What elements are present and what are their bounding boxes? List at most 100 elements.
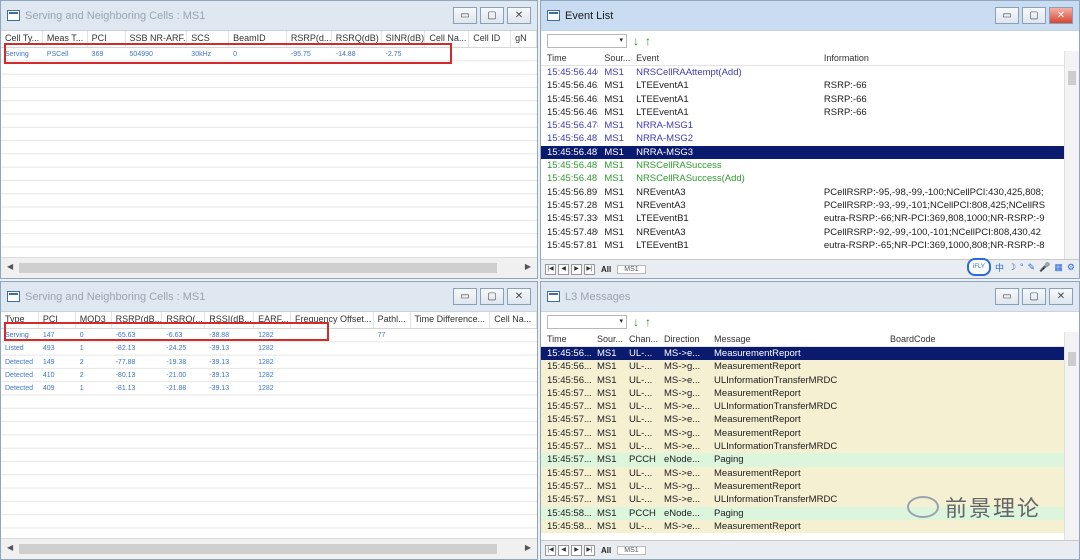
l3-vscrollbar[interactable] <box>1064 332 1079 541</box>
scroll-right-icon[interactable]: ▶ <box>525 262 531 271</box>
ime-chinese-icon[interactable]: 中 <box>995 261 1004 274</box>
l3-messages-titlebar[interactable]: L3 Messages ▭ ▢ ✕ <box>541 282 1079 312</box>
last-page-icon[interactable]: ▶| <box>584 544 595 556</box>
scroll-thumb[interactable] <box>1068 71 1076 85</box>
list-item[interactable]: 15:45:56.462 MS1 LTEEventA1 RSRP:-66 <box>541 93 1065 106</box>
list-item[interactable]: 15:45:56.487 MS1 NRSCellRASuccess(Add) <box>541 172 1065 185</box>
prev-page-icon[interactable]: ◀ <box>558 263 569 275</box>
last-page-icon[interactable]: ▶| <box>584 263 595 275</box>
list-item[interactable]: 15:45:56.... MS1 UL-... MS->g... Measurement… <box>541 360 1065 374</box>
list-item[interactable]: 15:45:57.... MS1 UL-... MS->g... Measurement… <box>541 386 1065 401</box>
close-button[interactable]: ✕ <box>1049 7 1073 24</box>
cells-bottom-titlebar[interactable]: Serving and Neighboring Cells : MS1 ▭ ▢ … <box>1 282 537 312</box>
list-item[interactable]: 15:45:57.281 MS1 NREventA3 PCellRSRP:-93,-9… <box>541 199 1065 212</box>
arrow-up-icon[interactable]: ↑ <box>645 34 651 48</box>
list-item[interactable]: 15:45:57.336 MS1 LTEEventB1 eutra-RSRP:-66;… <box>541 212 1065 225</box>
list-item[interactable]: 15:45:57.817 MS1 LTEEventB1 eutra-RSRP:-65;… <box>541 239 1065 252</box>
list-item[interactable]: 15:45:56.462 MS1 LTEEventA1 RSRP:-66 <box>541 106 1065 119</box>
cells-top-hscrollbar[interactable]: ◀ ▶ <box>1 257 537 278</box>
column-header[interactable]: Cell Na... <box>490 312 537 328</box>
ime-mic-icon[interactable]: 🎤 <box>1039 262 1050 273</box>
column-header[interactable]: Time <box>541 51 598 65</box>
maximize-button[interactable]: ▢ <box>1022 7 1046 24</box>
tab-ms1[interactable]: MS1 <box>617 545 646 555</box>
list-item[interactable]: 15:45:57.... MS1 UL-... MS->e... ULInformati… <box>541 400 1065 414</box>
next-page-icon[interactable]: ▶ <box>571 263 582 275</box>
first-page-icon[interactable]: |◀ <box>545 544 556 556</box>
first-page-icon[interactable]: |◀ <box>545 263 556 275</box>
close-button[interactable]: ✕ <box>1049 288 1073 305</box>
scroll-thumb[interactable] <box>19 263 497 273</box>
list-item[interactable]: 15:45:56.487 MS1 NRSCellRASuccess <box>541 159 1065 172</box>
list-item[interactable]: 15:45:57.... MS1 UL-... MS->e... ULInformati… <box>541 440 1065 454</box>
minimize-button[interactable]: ▭ <box>453 288 477 305</box>
table-row[interactable]: Detected 410 2 -80.13 -21.00 -39.13 1282 <box>1 369 537 382</box>
cells-bottom-hscrollbar[interactable]: ◀ ▶ <box>1 538 537 559</box>
ime-settings-icon[interactable]: ⚙ <box>1067 262 1075 273</box>
tab-all[interactable]: All <box>597 265 615 274</box>
table-row[interactable]: Detected 409 1 -81.13 -21.88 -39.13 1282 <box>1 382 537 395</box>
close-button[interactable]: ✕ <box>507 7 531 24</box>
table-cell: 1 <box>79 385 84 393</box>
maximize-button[interactable]: ▢ <box>1022 288 1046 305</box>
ifly-logo-icon[interactable]: iFLY <box>966 258 991 276</box>
list-item[interactable]: 15:45:56.897 MS1 NREventA3 PCellRSRP:-95,-9… <box>541 186 1065 199</box>
list-item[interactable]: 15:45:56.... MS1 UL-... MS->e... Measurement… <box>541 347 1065 361</box>
tab-ms1[interactable]: MS1 <box>617 264 646 274</box>
arrow-up-icon[interactable]: ↑ <box>645 315 651 329</box>
prev-page-icon[interactable]: ◀ <box>558 544 569 556</box>
column-header[interactable]: Message <box>708 332 884 346</box>
column-header[interactable]: Time <box>541 332 591 346</box>
list-item[interactable]: 15:45:56.... MS1 UL-... MS->e... ULInformati… <box>541 373 1065 387</box>
scroll-thumb[interactable] <box>19 544 497 554</box>
table-cell: -80.13 <box>115 371 136 379</box>
list-cell <box>818 66 1065 79</box>
column-header[interactable]: Information <box>818 51 1065 65</box>
list-item[interactable]: 15:45:57.... MS1 UL-... MS->e... Measurement… <box>541 413 1065 427</box>
list-item[interactable]: 15:45:56.462 MS1 LTEEventA1 RSRP:-66 <box>541 79 1065 92</box>
column-header[interactable]: Sour... <box>591 332 623 346</box>
scroll-left-icon[interactable]: ◀ <box>7 543 13 552</box>
column-header[interactable]: gN <box>511 31 537 47</box>
column-header[interactable]: Chan... <box>623 332 658 346</box>
table-row[interactable]: Listed 493 1 -82.13 -24.25 -39.13 1282 <box>1 342 537 355</box>
maximize-button[interactable]: ▢ <box>480 7 504 24</box>
list-item[interactable]: 15:45:56.487 MS1 NRRA-MSG2 <box>541 132 1065 145</box>
close-button[interactable]: ✕ <box>507 288 531 305</box>
ime-punct-icon[interactable]: ° <box>1020 262 1024 272</box>
minimize-button[interactable]: ▭ <box>995 7 1019 24</box>
list-item[interactable]: 15:45:57.... MS1 UL-... MS->e... Measurement… <box>541 466 1065 480</box>
ime-keyboard-icon[interactable]: ▦ <box>1054 262 1063 273</box>
list-item[interactable]: 15:45:57.480 MS1 NREventA3 PCellRSRP:-92,-9… <box>541 226 1065 239</box>
list-item[interactable]: 15:45:56.478 MS1 NRRA-MSG1 <box>541 119 1065 132</box>
table-row[interactable]: Detected 149 2 -77.88 -19.38 -39.13 1282 <box>1 356 537 369</box>
list-item[interactable]: 15:45:56.440 MS1 NRSCellRAAttempt(Add) <box>541 66 1065 79</box>
scroll-thumb[interactable] <box>1068 352 1076 366</box>
scroll-right-icon[interactable]: ▶ <box>525 543 531 552</box>
column-header[interactable]: Cell ID <box>469 31 512 47</box>
arrow-down-icon[interactable]: ↓ <box>633 34 639 48</box>
column-header[interactable]: Pathl... <box>374 312 411 328</box>
ime-pen-icon[interactable]: ✎ <box>1028 262 1036 273</box>
list-item[interactable]: 15:45:56.487 MS1 NRRA-MSG3 <box>541 145 1065 160</box>
column-header[interactable]: Time Difference... <box>411 312 491 328</box>
column-header[interactable]: Event <box>630 51 818 65</box>
event-list-vscrollbar[interactable] <box>1064 51 1079 260</box>
l3-filter-select[interactable]: ▾ <box>547 315 627 329</box>
next-page-icon[interactable]: ▶ <box>571 544 582 556</box>
column-header[interactable]: Direction <box>658 332 708 346</box>
maximize-button[interactable]: ▢ <box>480 288 504 305</box>
minimize-button[interactable]: ▭ <box>995 288 1019 305</box>
event-filter-select[interactable]: ▾ <box>547 34 627 48</box>
tab-all[interactable]: All <box>597 546 615 555</box>
minimize-button[interactable]: ▭ <box>453 7 477 24</box>
cells-top-titlebar[interactable]: Serving and Neighboring Cells : MS1 ▭ ▢ … <box>1 1 537 31</box>
list-item[interactable]: 15:45:57.... MS1 PCCH eNode... Paging <box>541 453 1065 467</box>
column-header[interactable]: BoardCode <box>884 332 1064 346</box>
arrow-down-icon[interactable]: ↓ <box>633 315 639 329</box>
event-list-titlebar[interactable]: Event List ▭ ▢ ✕ <box>541 1 1079 31</box>
ime-moon-icon[interactable]: ☽ <box>1008 262 1016 273</box>
scroll-left-icon[interactable]: ◀ <box>7 262 13 271</box>
column-header[interactable]: Sour... <box>598 51 630 65</box>
list-item[interactable]: 15:45:57.... MS1 UL-... MS->g... Measurement… <box>541 426 1065 441</box>
